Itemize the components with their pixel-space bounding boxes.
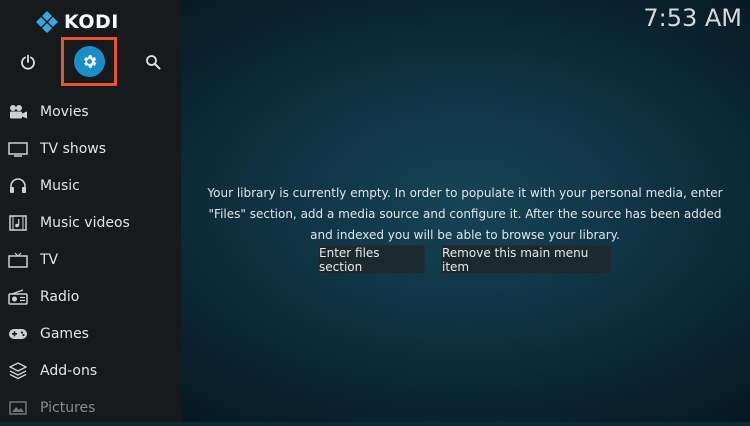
gamepad-icon [7,323,29,345]
radio-icon [7,286,29,308]
sidebar-item-label: Movies [40,103,89,120]
tv-icon [7,249,29,271]
search-button[interactable] [138,47,168,77]
power-icon [21,54,35,70]
addons-icon [7,360,29,382]
sidebar-item-tv[interactable]: TV [0,241,181,278]
sidebar-item-label: Radio [40,288,80,305]
sidebar-item-label: Games [40,325,89,342]
main-menu: Movies TV shows Music Music videos TV Ra… [0,93,181,426]
sidebar-item-label: TV [40,251,59,268]
sidebar-item-pictures[interactable]: Pictures [0,389,181,426]
remove-menu-item-button[interactable]: Remove this main menu item [441,245,612,274]
kodi-logo[interactable]: KODI [36,10,119,34]
sidebar-item-label: Pictures [40,399,96,416]
sidebar-item-tv-shows[interactable]: TV shows [0,130,181,167]
tv-shows-icon [7,138,29,160]
empty-library-message: Your library is currently empty. In orde… [207,186,723,242]
sidebar-item-label: Music videos [40,214,130,231]
kodi-logo-icon [36,11,58,33]
sidebar-item-games[interactable]: Games [0,315,181,352]
logo-text: KODI [64,11,119,33]
headphones-icon [7,175,29,197]
music-videos-icon [7,212,29,234]
sidebar: KODI Movies TV shows Music Music videos … [0,0,181,422]
sidebar-item-music[interactable]: Music [0,167,181,204]
settings-button[interactable] [73,46,105,77]
power-button[interactable] [13,47,43,77]
sidebar-item-label: Add-ons [40,362,98,379]
sidebar-item-label: Music [40,177,80,194]
gear-icon [83,55,96,68]
clock: 7:53 AM [643,4,742,32]
sidebar-item-movies[interactable]: Movies [0,93,181,130]
sidebar-item-add-ons[interactable]: Add-ons [0,352,181,389]
sidebar-item-radio[interactable]: Radio [0,278,181,315]
settings-highlight [61,37,117,86]
enter-files-section-button[interactable]: Enter files section [318,245,425,274]
sidebar-item-music-videos[interactable]: Music videos [0,204,181,241]
movies-icon [7,101,29,123]
search-icon [146,55,161,70]
sidebar-item-label: TV shows [40,140,107,157]
pictures-icon [7,397,29,419]
